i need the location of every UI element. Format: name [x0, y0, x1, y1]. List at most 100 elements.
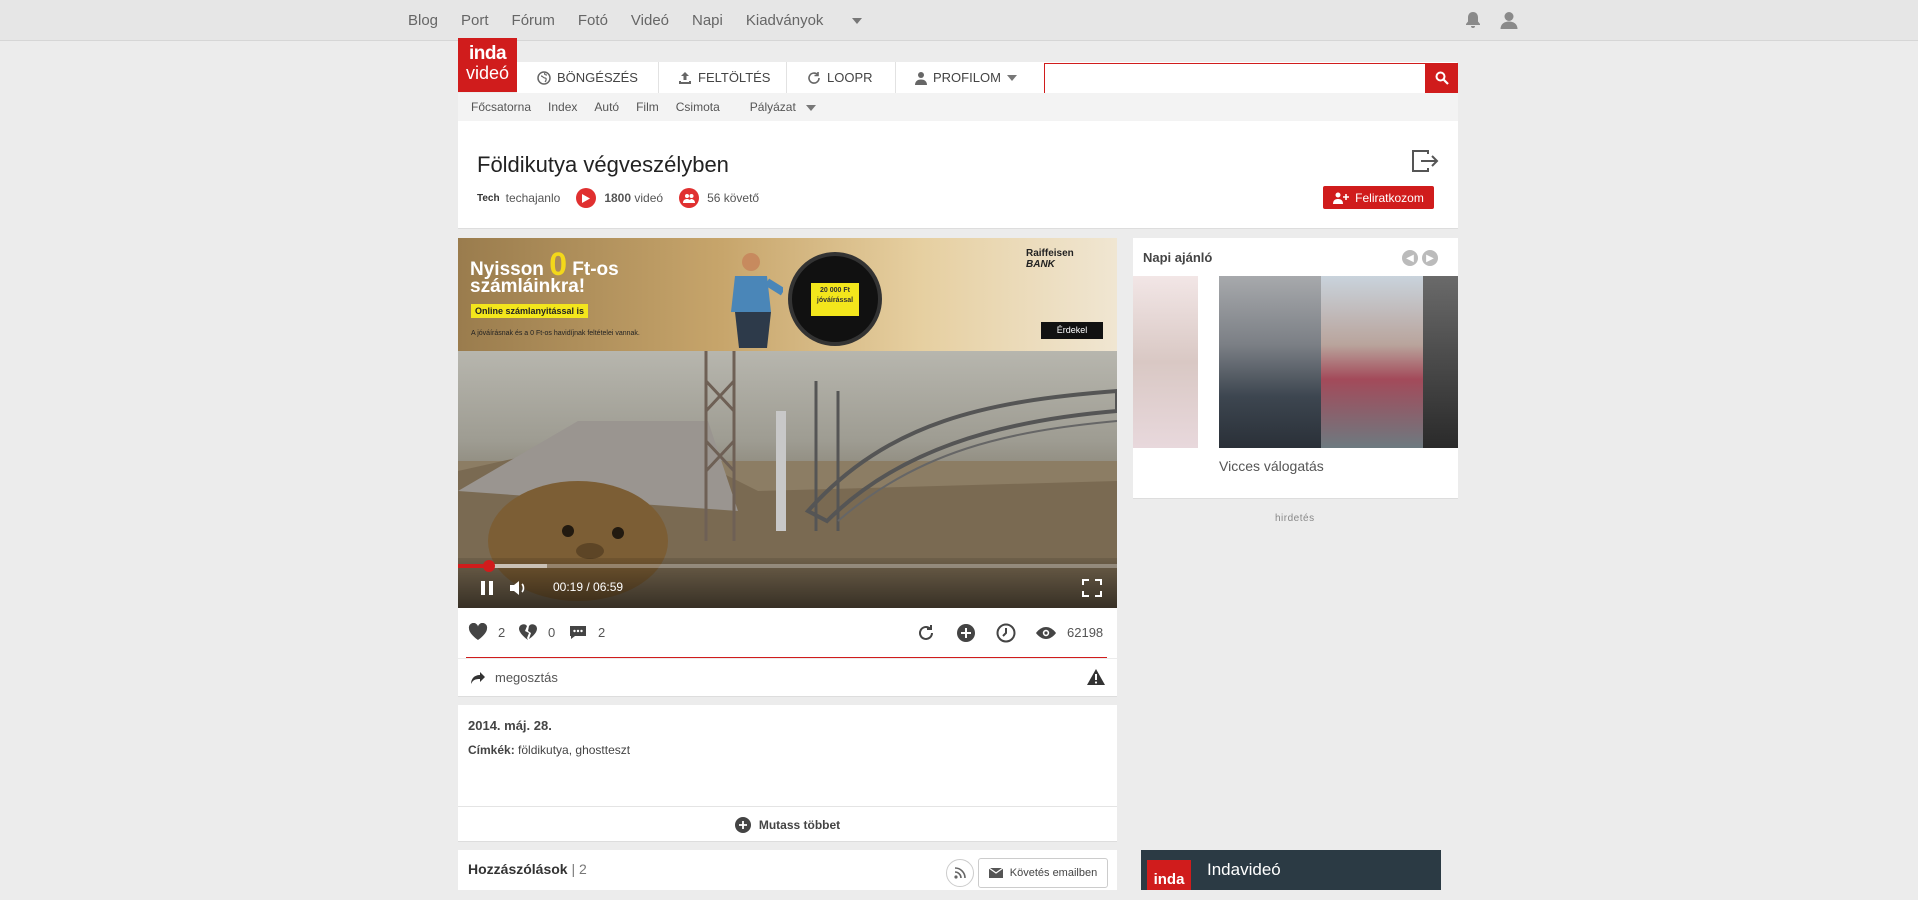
subnav-focsatorna[interactable]: Főcsatorna	[471, 100, 531, 114]
play-circle-icon	[576, 188, 597, 208]
volume-icon[interactable]	[509, 580, 527, 596]
daily-picks-caption[interactable]: Vicces válogatás	[1219, 458, 1324, 474]
nav-foto[interactable]: Fotó	[578, 12, 608, 29]
nav-port[interactable]: Port	[461, 12, 489, 29]
subnav-palyazat[interactable]: Pályázat	[737, 100, 816, 114]
nav-browse-label: BÖNGÉSZÉS	[557, 70, 638, 85]
comments-heading: Hozzászólások | 2	[468, 861, 587, 877]
envelope-icon	[988, 868, 1003, 878]
video-title: Földikutya végveszélyben	[477, 152, 729, 177]
ad-disclaimer: A jóváírásnak és a 0 Ft-os havidíjnak fe…	[471, 330, 640, 337]
share-bar: megosztás	[458, 659, 1117, 697]
nav-blog[interactable]: Blog	[408, 12, 438, 29]
views-count: 62198	[1067, 625, 1104, 640]
video-count: 1800	[604, 191, 632, 205]
ad-pill: Online számlanyitással is	[471, 304, 589, 318]
user-icon[interactable]	[1499, 10, 1519, 30]
video-player[interactable]: Nyisson 0 Ft-os számláinkra! Online szám…	[458, 238, 1117, 608]
logo-line1: inda	[468, 43, 507, 64]
likes-count: 2	[498, 625, 506, 640]
chevron-down-icon	[1006, 74, 1017, 81]
warning-icon[interactable]	[1086, 668, 1106, 686]
ad-label: hirdetés	[1275, 513, 1315, 524]
thumbnail-next[interactable]	[1423, 276, 1458, 448]
search-button[interactable]	[1425, 63, 1458, 93]
share-label[interactable]: megosztás	[495, 670, 558, 685]
nav-video[interactable]: Videó	[631, 12, 669, 29]
thumbnail-street[interactable]	[1219, 276, 1321, 448]
daily-picks-title: Napi ajánló	[1143, 250, 1213, 265]
bell-icon[interactable]	[1463, 10, 1483, 30]
nav-kiadvanyok[interactable]: Kiadványok	[746, 12, 863, 29]
exit-icon[interactable]	[1412, 150, 1440, 172]
nav-napi[interactable]: Napi	[692, 12, 723, 29]
ad-cta-button[interactable]: Érdekel	[1041, 322, 1103, 339]
share-icon[interactable]	[470, 671, 486, 685]
plus-circle-icon	[734, 816, 751, 833]
watch-later-icon[interactable]	[996, 623, 1016, 643]
fullscreen-icon[interactable]	[1082, 579, 1102, 597]
search-input[interactable]	[1044, 63, 1430, 95]
subnav-palyazat-label: Pályázat	[749, 100, 796, 114]
show-more-button[interactable]: Mutass többet	[458, 806, 1117, 842]
add-user-icon	[1333, 192, 1350, 204]
ad-subheadline: számláinkra!	[470, 276, 586, 297]
tags-label: Címkék:	[468, 743, 515, 757]
rss-button[interactable]	[946, 859, 974, 887]
subnav-csimota[interactable]: Csimota	[676, 100, 720, 114]
subnav-index[interactable]: Index	[548, 100, 577, 114]
next-arrow-icon[interactable]: ▶	[1422, 250, 1438, 266]
thumbnail-beach[interactable]	[1321, 276, 1423, 448]
comments-count: 2	[598, 625, 606, 640]
promo-logo: inda	[1147, 860, 1191, 890]
followers-count: 56 követő	[707, 191, 760, 205]
replay-icon[interactable]	[916, 623, 936, 643]
channel-user[interactable]: techajanlo	[506, 191, 561, 205]
upload-date: 2014. máj. 28.	[468, 718, 552, 733]
heart-icon[interactable]	[468, 623, 488, 641]
show-more-label: Mutass többet	[758, 817, 841, 832]
prev-arrow-icon[interactable]: ◀	[1402, 250, 1418, 266]
portal-nav: Blog Port Fórum Fotó Videó Napi Kiadvány…	[408, 0, 885, 40]
promo-name: Indavideó	[1207, 860, 1281, 879]
category-label[interactable]: Tech	[477, 193, 500, 204]
nav-loopr[interactable]: LOOPR	[787, 62, 896, 93]
thumbnail-puppy[interactable]	[1133, 276, 1198, 448]
nav-upload[interactable]: FELTÖLTÉS	[658, 62, 787, 93]
ad-banner[interactable]: Nyisson 0 Ft-os számláinkra! Online szám…	[458, 238, 1117, 351]
nav-profile[interactable]: PROFILOM	[895, 62, 1020, 93]
indavideo-promo[interactable]: inda Indavideó	[1141, 850, 1441, 890]
channel-meta: Tech techajanlo 1800 videó 56 követő	[477, 188, 759, 208]
ad-bank-suffix: BANK	[1026, 259, 1055, 270]
top-bar: Blog Port Fórum Fotó Videó Napi Kiadvány…	[0, 0, 1918, 41]
ad-disc-text: 20 000 Ft jóváírással	[811, 282, 859, 316]
comments-title: Hozzászólások	[468, 861, 568, 877]
divider	[466, 657, 1107, 658]
ad-man-figure	[731, 253, 783, 348]
eye-icon	[1036, 627, 1056, 639]
subscribe-button[interactable]: Feliratkozom	[1323, 186, 1434, 209]
pause-icon[interactable]	[480, 580, 494, 596]
subnav-auto[interactable]: Autó	[594, 100, 619, 114]
nav-kiadvanyok-label: Kiadványok	[745, 11, 824, 29]
nav-browse[interactable]: BÖNGÉSZÉS	[517, 62, 659, 93]
total-time: 06:59	[593, 580, 624, 594]
nav-forum[interactable]: Fórum	[512, 12, 555, 29]
globe-icon	[537, 70, 551, 85]
indavideo-logo[interactable]: inda videó	[458, 38, 517, 92]
progress-bar[interactable]	[458, 560, 1117, 572]
subnav-film[interactable]: Film	[636, 100, 659, 114]
add-to-playlist-icon[interactable]	[956, 623, 976, 643]
logo-line2: videó	[465, 63, 510, 83]
upload-icon	[679, 71, 691, 84]
chevron-down-icon	[805, 104, 816, 111]
ad-bank-name: Raiffeisen	[1026, 248, 1074, 259]
progress-knob[interactable]	[483, 560, 495, 572]
video-actions: 2 0 2 62198	[458, 608, 1117, 658]
tags-list[interactable]: földikutya, ghostteszt	[518, 743, 630, 757]
follow-email-button[interactable]: Követés emailben	[978, 858, 1108, 888]
current-time: 00:19	[553, 580, 584, 594]
broken-heart-icon[interactable]	[518, 623, 538, 641]
sub-nav: Főcsatorna Index Autó Film Csimota Pályá…	[458, 93, 1458, 121]
comment-icon[interactable]	[569, 625, 587, 640]
